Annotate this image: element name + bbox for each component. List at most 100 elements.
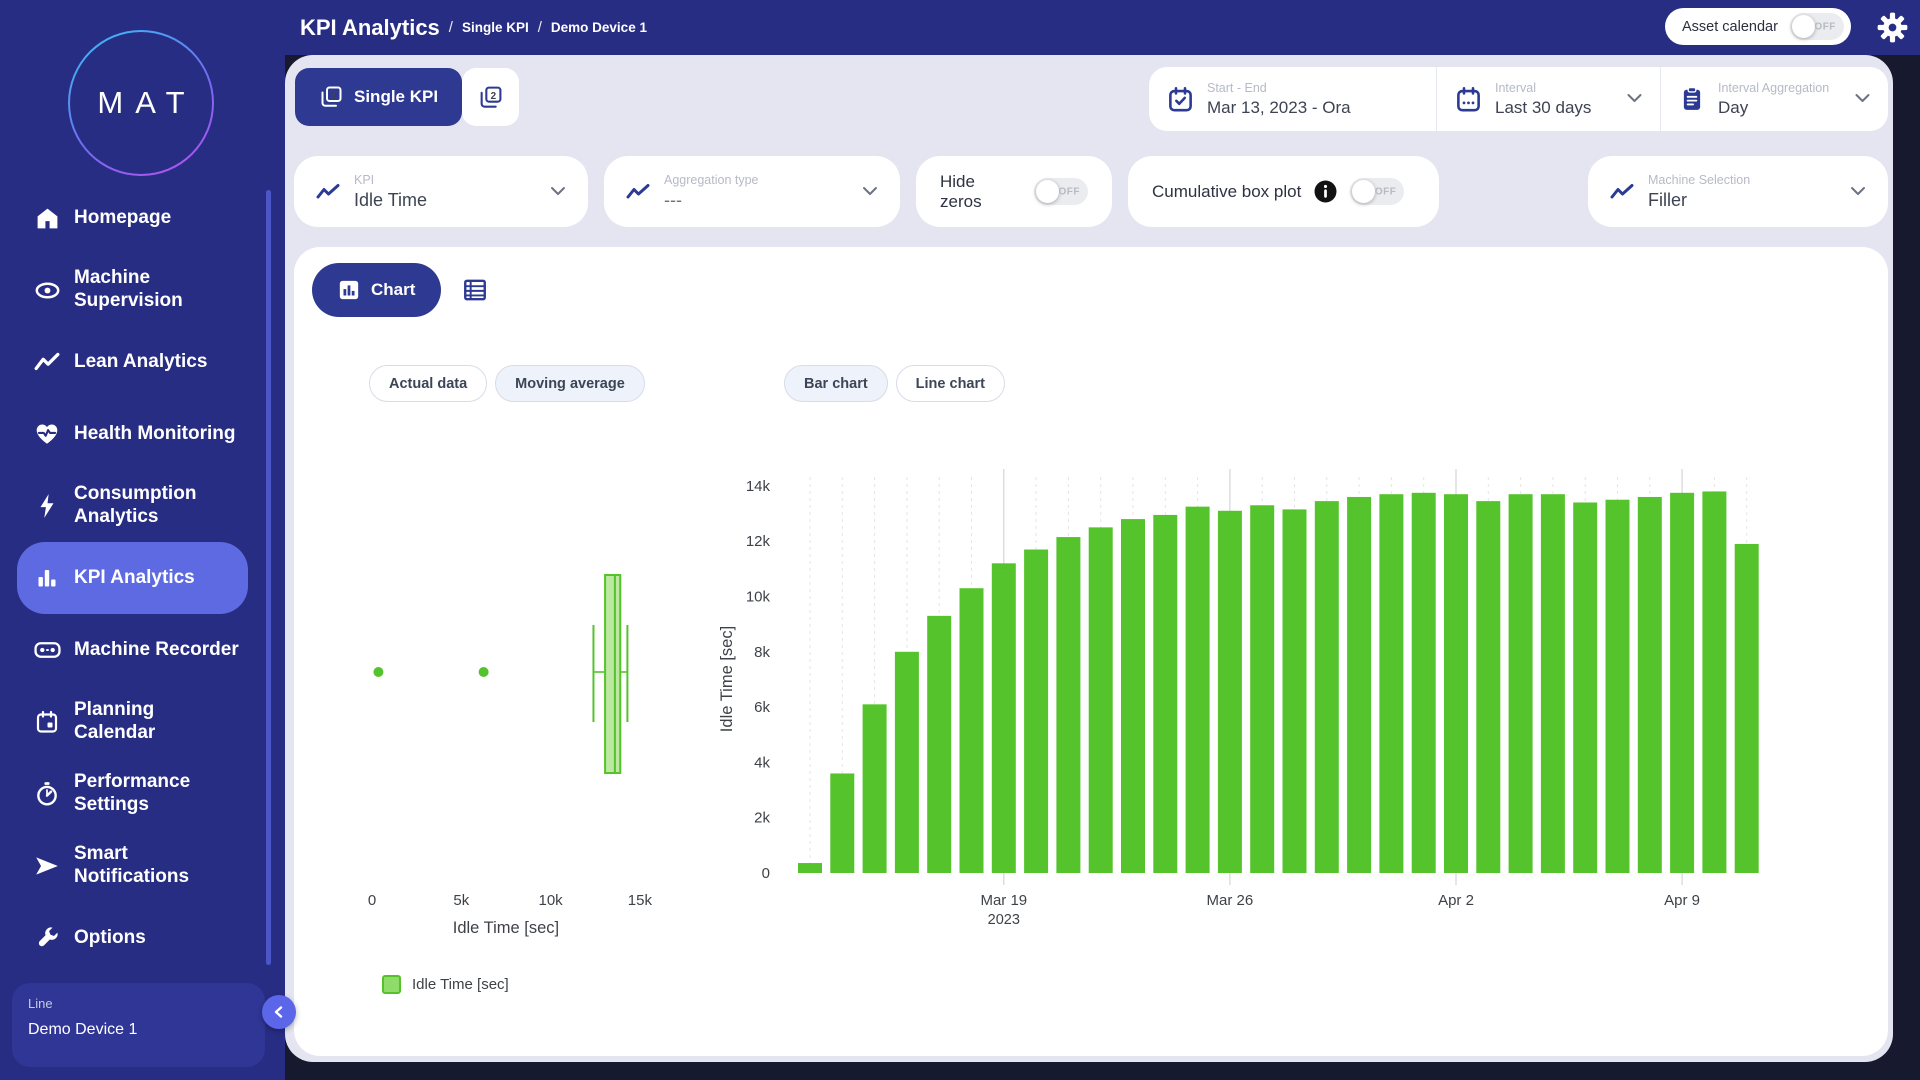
svg-text:1: 1 <box>331 90 337 101</box>
svg-text:10k: 10k <box>539 892 564 909</box>
trend-icon <box>316 183 340 201</box>
box-plot: 05k10k15kIdle Time [sec] <box>310 447 710 987</box>
actual-data-pill[interactable]: Actual data <box>369 365 487 402</box>
hide-zeros-switch[interactable]: OFF <box>1034 178 1088 205</box>
svg-text:Idle Time [sec]: Idle Time [sec] <box>718 626 736 732</box>
brand-logo-text: MAT <box>97 85 196 121</box>
sidebar-item-label: Lean Analytics <box>74 351 207 374</box>
line-chart-pill[interactable]: Line chart <box>896 365 1005 402</box>
sidebar-item-label: Health Monitoring <box>74 423 235 446</box>
device-card-label: Line <box>28 996 249 1011</box>
asset-calendar-toggle-pill[interactable]: Asset calendar OFF <box>1665 8 1851 45</box>
sidebar-item-homepage[interactable]: Homepage <box>17 182 248 254</box>
svg-text:Mar 26: Mar 26 <box>1207 892 1254 909</box>
sidebar-item-label: Machine Recorder <box>74 639 239 662</box>
sidebar-collapse-button[interactable] <box>262 995 296 1029</box>
svg-text:8k: 8k <box>754 644 770 661</box>
sidebar-item-machine-supervision[interactable]: Machine Supervision <box>17 254 248 326</box>
gauge-icon <box>33 781 61 807</box>
svg-text:14k: 14k <box>746 478 771 495</box>
svg-text:10k: 10k <box>746 589 771 606</box>
legend-item[interactable]: Idle Time [sec] <box>382 975 509 994</box>
sidebar-item-kpi-analytics[interactable]: KPI Analytics <box>17 542 248 614</box>
svg-text:5k: 5k <box>453 892 469 909</box>
interval-label: Interval <box>1495 81 1591 95</box>
sidebar-item-lean-analytics[interactable]: Lean Analytics <box>17 326 248 398</box>
home-icon <box>33 206 61 231</box>
moving-average-pill[interactable]: Moving average <box>495 365 645 402</box>
topbar: KPI Analytics / Single KPI / Demo Device… <box>285 0 1920 55</box>
sidebar-item-options[interactable]: Options <box>17 902 248 974</box>
multi-kpi-tab-button[interactable]: 2 <box>462 68 519 126</box>
sidebar-item-performance-settings[interactable]: Performance Settings <box>17 758 248 830</box>
gear-icon[interactable] <box>1877 12 1908 48</box>
toggle-knob <box>1792 15 1815 38</box>
aggregation-type-dropdown[interactable]: Aggregation type --- <box>604 156 900 227</box>
chart-card: Chart Actual data Moving average Bar cha… <box>294 247 1888 1056</box>
aggregation-type-label: Aggregation type <box>664 173 759 187</box>
bar-chart: 02k4k6k8k10k12k14kIdle Time [sec]Mar 192… <box>714 447 1834 947</box>
recorder-icon <box>33 639 61 661</box>
sidebar-scrollbar[interactable] <box>266 190 271 965</box>
date-range-card: Start - End Mar 13, 2023 - Ora Interval … <box>1149 67 1888 131</box>
sidebar-item-health-monitoring[interactable]: Health Monitoring <box>17 398 248 470</box>
chart-type-pill-group: Bar chart Line chart <box>784 365 1005 402</box>
chevron-down-icon <box>1855 90 1870 108</box>
heart-pulse-icon <box>33 421 61 447</box>
sidebar-nav: Homepage Machine Supervision Lean Analyt… <box>0 182 285 974</box>
single-kpi-label: Single KPI <box>354 87 438 107</box>
trend-icon <box>626 183 650 201</box>
single-kpi-tab-button[interactable]: 1 Single KPI <box>295 68 462 126</box>
sidebar-item-label: Planning Calendar <box>74 699 155 745</box>
chevron-down-icon <box>1850 183 1866 201</box>
breadcrumb-crumb[interactable]: Demo Device 1 <box>551 20 647 35</box>
interval-field[interactable]: Interval Last 30 days <box>1436 67 1660 131</box>
sidebar-item-label: Homepage <box>74 207 171 230</box>
cumulative-box-plot-switch[interactable]: OFF <box>1350 178 1404 205</box>
table-view-button[interactable] <box>462 277 488 303</box>
interval-aggregation-field[interactable]: Interval Aggregation Day <box>1660 67 1888 131</box>
cumulative-box-plot-toggle-pill[interactable]: Cumulative box plot OFF <box>1128 156 1439 227</box>
sidebar-item-smart-notifications[interactable]: Smart Notifications <box>17 830 248 902</box>
machine-selection-dropdown[interactable]: Machine Selection Filler <box>1588 156 1888 227</box>
bar-chart-pill[interactable]: Bar chart <box>784 365 888 402</box>
eye-icon <box>33 277 61 304</box>
sidebar-item-label: Consumption Analytics <box>74 483 196 529</box>
toggle-knob <box>1352 180 1375 203</box>
cumulative-box-plot-label: Cumulative box plot <box>1152 182 1301 202</box>
sidebar-item-label: Performance Settings <box>74 771 190 817</box>
hide-zeros-toggle-pill[interactable]: Hide zeros OFF <box>916 156 1112 227</box>
sidebar-item-label: KPI Analytics <box>74 567 195 590</box>
asset-calendar-label: Asset calendar <box>1682 19 1778 35</box>
chart-tab-button[interactable]: Chart <box>312 263 441 317</box>
breadcrumb-crumb[interactable]: Single KPI <box>462 20 529 35</box>
chart-tab-label: Chart <box>371 280 415 300</box>
bolt-icon <box>33 493 61 519</box>
breadcrumb: KPI Analytics / Single KPI / Demo Device… <box>300 0 647 55</box>
sidebar-item-planning-calendar[interactable]: Planning Calendar <box>17 686 248 758</box>
start-end-label: Start - End <box>1207 81 1351 95</box>
machine-selection-label: Machine Selection <box>1648 173 1750 187</box>
page-title: KPI Analytics <box>300 15 440 41</box>
toggle-knob <box>1036 180 1059 203</box>
kpi-dropdown[interactable]: KPI Idle Time <box>294 156 588 227</box>
table-icon <box>462 277 488 303</box>
svg-text:2k: 2k <box>754 810 770 827</box>
device-card[interactable]: Line Demo Device 1 <box>12 983 265 1067</box>
legend-swatch <box>382 975 401 994</box>
info-icon[interactable] <box>1314 180 1337 203</box>
clipboard-icon <box>1679 86 1705 112</box>
asset-calendar-switch[interactable]: OFF <box>1790 13 1844 40</box>
start-end-value: Mar 13, 2023 - Ora <box>1207 98 1351 118</box>
start-end-field[interactable]: Start - End Mar 13, 2023 - Ora <box>1149 67 1436 131</box>
sidebar-item-machine-recorder[interactable]: Machine Recorder <box>17 614 248 686</box>
svg-text:0: 0 <box>762 865 770 882</box>
interval-aggregation-label: Interval Aggregation <box>1718 81 1829 95</box>
sidebar-item-label: Options <box>74 927 146 950</box>
svg-text:Apr 2: Apr 2 <box>1438 892 1474 909</box>
sidebar-item-label: Smart Notifications <box>74 843 189 889</box>
sidebar-item-consumption-analytics[interactable]: Consumption Analytics <box>17 470 248 542</box>
chevron-left-icon <box>271 1004 287 1020</box>
svg-text:6k: 6k <box>754 699 770 716</box>
app-root: MAT Homepage Machine Supervision Lean An… <box>0 0 1920 1080</box>
